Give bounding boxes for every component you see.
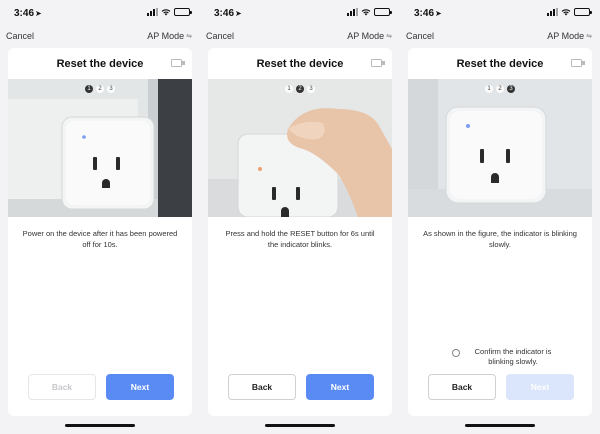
video-icon[interactable]: [371, 59, 385, 67]
battery-icon: [574, 8, 592, 16]
step-2-dot: 2: [96, 85, 104, 93]
confirm-label: Confirm the indicator is blinking slowly…: [474, 347, 552, 366]
status-bar: 3:46➤: [200, 0, 400, 24]
wifi-icon: [161, 8, 171, 16]
switch-icon: ⇋: [586, 33, 592, 40]
status-time: 3:46: [214, 8, 235, 19]
back-button[interactable]: Back: [428, 374, 496, 400]
wifi-icon: [561, 8, 571, 16]
ap-mode-label: AP Mode: [147, 31, 185, 41]
cancel-button[interactable]: Cancel: [6, 31, 34, 41]
card-title: Reset the device: [256, 58, 344, 70]
next-button[interactable]: Next: [306, 374, 374, 400]
back-button[interactable]: Back: [28, 374, 96, 400]
status-icons: [547, 8, 592, 16]
step-description: Power on the device after it has been po…: [22, 229, 178, 249]
step-description: Press and hold the RESET button for 6s u…: [225, 229, 375, 249]
step-1-dot: 1: [485, 85, 493, 93]
status-time: 3:46: [14, 8, 35, 19]
step-indicator: 1 2 3: [208, 85, 392, 93]
status-icons: [347, 8, 392, 16]
status-time: 3:46: [414, 8, 435, 19]
nav-bar: Cancel AP Mode ⇋: [400, 28, 600, 44]
switch-icon: ⇋: [186, 33, 192, 40]
back-button[interactable]: Back: [228, 374, 296, 400]
reset-card: Reset the device 1 2 3 As shown in the f…: [408, 48, 592, 416]
location-arrow-icon: ➤: [35, 9, 42, 18]
step-indicator: 1 2 3: [408, 85, 592, 93]
ap-mode-switch[interactable]: AP Mode ⇋: [147, 31, 192, 41]
step-2-dot: 2: [296, 85, 304, 93]
video-icon[interactable]: [171, 59, 185, 67]
switch-icon: ⇋: [386, 33, 392, 40]
phone-screen-2: 3:46➤ Cancel AP Mode⇋ Reset the device: [200, 0, 400, 434]
cancel-button[interactable]: Cancel: [406, 31, 434, 41]
device-illustration: 1 2 3: [8, 79, 192, 217]
reset-card: Reset the device 1 2 3 Power on the devi…: [8, 48, 192, 416]
battery-icon: [174, 8, 192, 16]
wifi-icon: [361, 8, 371, 16]
ap-mode-label: AP Mode: [347, 31, 385, 41]
battery-icon: [374, 8, 392, 16]
cancel-button[interactable]: Cancel: [206, 31, 234, 41]
video-icon[interactable]: [571, 59, 585, 67]
home-indicator[interactable]: [65, 424, 135, 427]
nav-bar: Cancel AP Mode ⇋: [0, 28, 200, 44]
card-title: Reset the device: [56, 58, 144, 70]
cellular-signal-icon: [347, 8, 358, 16]
status-bar: 3:46➤: [0, 0, 200, 24]
status-icons: [147, 8, 192, 16]
step-indicator: 1 2 3: [8, 85, 192, 93]
next-button[interactable]: Next: [506, 374, 574, 400]
step-3-dot: 3: [307, 85, 315, 93]
location-arrow-icon: ➤: [435, 9, 442, 18]
device-illustration: 1 2 3: [408, 79, 592, 217]
step-1-dot: 1: [285, 85, 293, 93]
ap-mode-switch[interactable]: AP Mode ⇋: [547, 31, 592, 41]
device-illustration: 1 2 3: [208, 79, 392, 217]
status-bar: 3:46➤: [400, 0, 600, 24]
step-3-dot: 3: [507, 85, 515, 93]
nav-bar: Cancel AP Mode ⇋: [200, 28, 400, 44]
phone-screen-3: 3:46➤ Cancel AP Mode⇋ Reset the device: [400, 0, 600, 434]
home-indicator[interactable]: [265, 424, 335, 427]
step-description: As shown in the figure, the indicator is…: [423, 229, 577, 249]
cellular-signal-icon: [547, 8, 558, 16]
home-indicator[interactable]: [465, 424, 535, 427]
phone-screen-1: 3:46➤ Cancel AP Mode⇋ Reset the device: [0, 0, 200, 434]
step-1-dot: 1: [85, 85, 93, 93]
cellular-signal-icon: [147, 8, 158, 16]
ap-mode-label: AP Mode: [547, 31, 585, 41]
ap-mode-switch[interactable]: AP Mode ⇋: [347, 31, 392, 41]
card-title: Reset the device: [456, 58, 544, 70]
step-3-dot: 3: [107, 85, 115, 93]
location-arrow-icon: ➤: [235, 9, 242, 18]
reset-card: Reset the device 1 2 3 Press and hold th…: [208, 48, 392, 416]
next-button[interactable]: Next: [106, 374, 174, 400]
radio-circle-icon[interactable]: [452, 349, 460, 357]
step-2-dot: 2: [496, 85, 504, 93]
confirm-indicator-checkbox[interactable]: Confirm the indicator is blinking slowly…: [452, 347, 562, 367]
